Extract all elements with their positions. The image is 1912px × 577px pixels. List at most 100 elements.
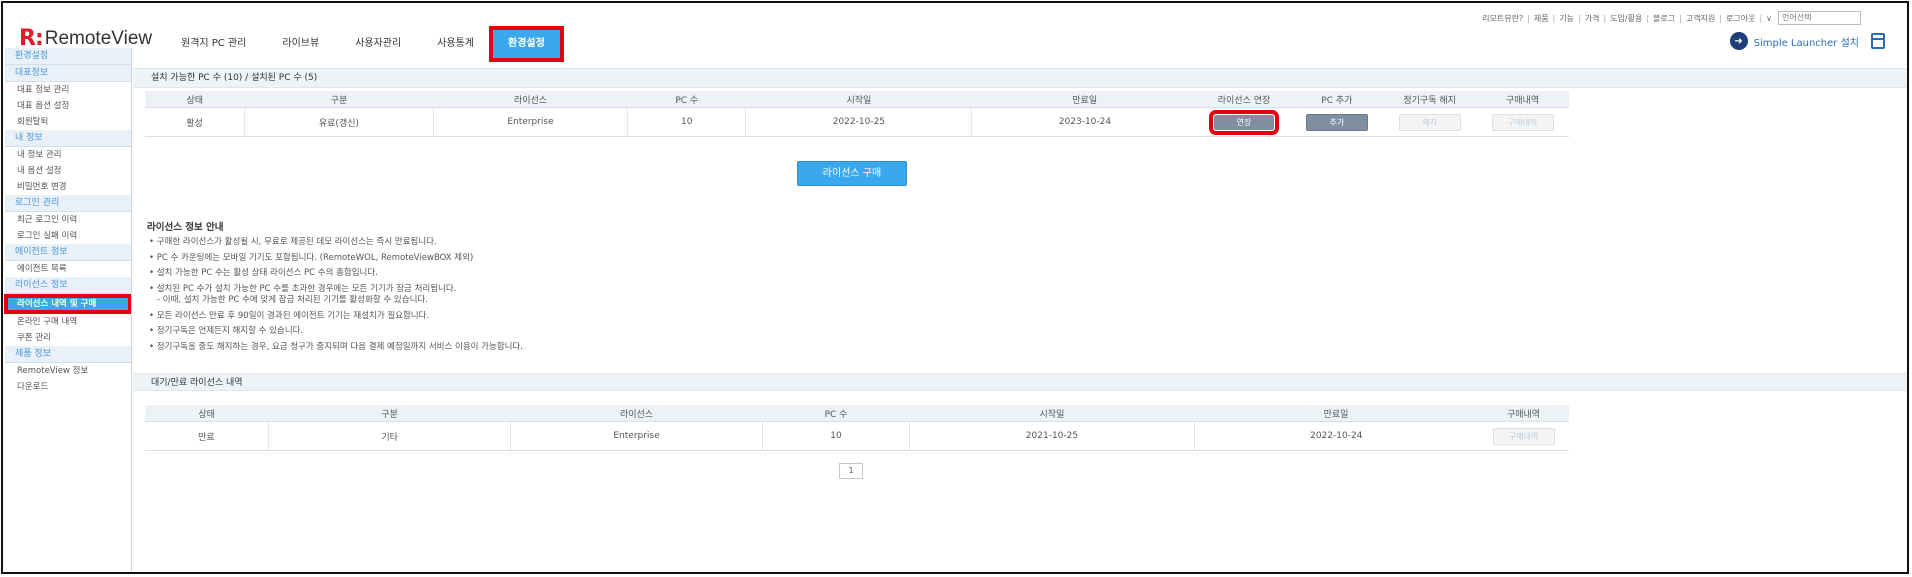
divider: | xyxy=(1759,13,1763,23)
sidebar-item-rep-options[interactable]: 대표 옵션 설정 xyxy=(5,98,131,114)
sidebar-head-login[interactable]: 로그인 관리 xyxy=(5,195,131,212)
main-content: 설치 가능한 PC 수 (10) / 설치된 PC 수 (5) xyxy=(133,68,1907,88)
license-info-title: 라이선스 정보 안내 xyxy=(147,222,224,233)
cell-status: 활성 xyxy=(145,107,245,137)
divider: | xyxy=(1527,13,1530,23)
cell-end: 2022-10-24 xyxy=(1193,421,1479,451)
pagination-page[interactable]: 1 xyxy=(839,463,863,479)
sidebar-item-download[interactable]: 다운로드 xyxy=(5,379,131,395)
col-start: 시작일 xyxy=(909,405,1194,422)
extend-button[interactable]: 연장 xyxy=(1209,109,1280,135)
sidebar-head-license[interactable]: 라이선스 정보 xyxy=(5,277,131,294)
sidebar-divider xyxy=(131,48,132,572)
sidebar-item-rep-info[interactable]: 대표 정보 관리 xyxy=(5,82,131,98)
language-select[interactable]: 언어선택 xyxy=(1778,11,1861,25)
cell-start: 2021-10-25 xyxy=(909,421,1194,451)
table-header: 상태 구분 라이선스 PC 수 시작일 만료일 라이선스 연장 PC 추가 정기… xyxy=(145,91,1569,108)
license-info-list: • 구매한 라이선스가 활성될 시, 무료로 제공된 데모 라이선스는 즉시 만… xyxy=(149,235,523,355)
info-line-sub: - 이때, 설치 가능한 PC 수에 맞게 잠금 처리된 기기를 활성화할 수 … xyxy=(157,294,428,305)
cancel-subscription-button[interactable]: 해지 xyxy=(1398,113,1461,131)
cell-type: 기타 xyxy=(267,421,511,451)
nav-settings[interactable]: 환경설정 xyxy=(489,26,564,62)
window-icon[interactable] xyxy=(1871,33,1885,49)
sidebar-head-my-info[interactable]: 내 정보 xyxy=(5,130,131,147)
cell-cancel: 해지 xyxy=(1383,107,1477,137)
nav-remote-pc[interactable]: 원격지 PC 관리 xyxy=(163,25,264,63)
sidebar-item-remoteview-info[interactable]: RemoteView 정보 xyxy=(5,363,131,379)
col-cancel: 정기구독 해지 xyxy=(1383,91,1477,108)
info-line: • 모든 라이선스 만료 후 90일이 경과된 에이전트 기기는 재설치가 필요… xyxy=(149,310,430,321)
nav-users[interactable]: 사용자관리 xyxy=(337,25,419,63)
top-links: 리모트뷰란? | 제품 | 기능 | 가격 | 도입/활용 | 블로그 | 고객지원 | 로그… xyxy=(1482,11,1861,25)
info-line: • 정기구독은 언제든지 해지할 수 있습니다. xyxy=(149,326,304,336)
col-extend: 라이선스 연장 xyxy=(1197,91,1291,108)
toplink-logout[interactable]: 로그아웃 xyxy=(1726,13,1755,24)
toplink-adoption[interactable]: 도입/활용 xyxy=(1610,13,1642,24)
buy-license-button[interactable]: 라이선스 구매 xyxy=(797,161,907,186)
sidebar-head-product[interactable]: 제품 정보 xyxy=(5,346,131,363)
sidebar-head-representative[interactable]: 대표정보 xyxy=(5,65,131,82)
sidebar-head-settings[interactable]: 환경설정 xyxy=(5,48,131,65)
toplink-product[interactable]: 제품 xyxy=(1534,13,1549,24)
info-line: • 설치 가능한 PC 수는 활성 상태 라이선스 PC 수의 총합입니다. xyxy=(149,268,378,278)
table-header: 상태 구분 라이선스 PC 수 시작일 만료일 구매내역 xyxy=(145,405,1569,422)
col-pc-count: PC 수 xyxy=(627,91,746,108)
cell-history: 구매내역 xyxy=(1476,107,1569,137)
divider: | xyxy=(1679,13,1682,23)
add-pc-button[interactable]: 추가 xyxy=(1305,113,1368,131)
chevron-down-icon[interactable]: ∨ xyxy=(1766,14,1772,23)
toplink-about[interactable]: 리모트뷰란? xyxy=(1482,13,1523,24)
table-row: 활성 유료(갱신) Enterprise 10 2022-10-25 2023-… xyxy=(145,107,1569,137)
sidebar-item-login-history[interactable]: 최근 로그인 이력 xyxy=(5,212,131,228)
app-window: R: RemoteView 원격지 PC 관리 라이브뷰 사용자관리 사용통계 … xyxy=(1,1,1909,574)
sidebar-item-my-info[interactable]: 내 정보 관리 xyxy=(5,147,131,163)
info-line: • 설치된 PC 수가 설치 가능한 PC 수를 초과한 경우에는 모든 기기가… xyxy=(149,283,457,294)
cell-pc-count: 10 xyxy=(627,107,746,137)
cell-extend: 연장 xyxy=(1197,107,1291,137)
logo-text: RemoteView xyxy=(44,27,153,49)
sidebar-item-coupons[interactable]: 쿠폰 관리 xyxy=(5,330,131,346)
nav-statistics[interactable]: 사용통계 xyxy=(419,25,492,63)
toplink-price[interactable]: 가격 xyxy=(1585,13,1600,24)
toplink-blog[interactable]: 블로그 xyxy=(1653,13,1675,24)
cell-pc-count: 10 xyxy=(761,421,910,451)
sidebar-head-agent[interactable]: 에이전트 정보 xyxy=(5,244,131,261)
cell-history: 구매내역 xyxy=(1478,421,1569,451)
cell-add: 추가 xyxy=(1290,107,1384,137)
sidebar-item-agent-list[interactable]: 에이전트 목록 xyxy=(5,261,131,277)
cell-type: 유료(갱신) xyxy=(243,107,434,137)
col-status: 상태 xyxy=(145,405,269,422)
col-add-pc: PC 추가 xyxy=(1290,91,1384,108)
col-history: 구매내역 xyxy=(1476,91,1569,108)
divider: | xyxy=(1552,13,1556,23)
divider: | xyxy=(1603,13,1607,23)
col-type: 구분 xyxy=(268,405,511,422)
sidebar-item-login-failures[interactable]: 로그인 실패 이력 xyxy=(5,228,131,244)
col-license: 라이선스 xyxy=(510,405,763,422)
divider: | xyxy=(1719,13,1722,23)
sidebar-item-online-purchases[interactable]: 온라인 구매 내역 xyxy=(5,314,131,330)
simple-launcher-link[interactable]: ➜ Simple Launcher 설치 xyxy=(1729,32,1885,50)
sidebar-item-withdraw[interactable]: 회원탈퇴 xyxy=(5,114,131,130)
expired-section-title: 대기/만료 라이선스 내역 xyxy=(133,373,1907,391)
col-license: 라이선스 xyxy=(433,91,628,108)
sidebar: 환경설정 대표정보 대표 정보 관리 대표 옵션 설정 회원탈퇴 내 정보 내 … xyxy=(4,48,132,395)
cell-status: 만료 xyxy=(145,421,269,451)
col-end: 만료일 xyxy=(971,91,1198,108)
purchase-history-button[interactable]: 구매내역 xyxy=(1491,113,1554,131)
toplink-support[interactable]: 고객지원 xyxy=(1686,13,1715,24)
sidebar-item-password[interactable]: 비밀번호 변경 xyxy=(5,179,131,195)
purchase-history-button[interactable]: 구매내역 xyxy=(1492,427,1555,445)
license-section-title: 설치 가능한 PC 수 (10) / 설치된 PC 수 (5) xyxy=(133,68,1907,88)
nav-liveview[interactable]: 라이브뷰 xyxy=(264,25,337,63)
cell-end: 2023-10-24 xyxy=(971,107,1198,137)
toplink-features[interactable]: 기능 xyxy=(1559,13,1574,24)
table-row: 만료 기타 Enterprise 10 2021-10-25 2022-10-2… xyxy=(145,421,1569,451)
col-type: 구분 xyxy=(244,91,434,108)
info-line: • 구매한 라이선스가 활성될 시, 무료로 제공된 데모 라이선스는 즉시 만… xyxy=(149,237,437,247)
sidebar-item-my-options[interactable]: 내 옵션 설정 xyxy=(5,163,131,179)
divider: | xyxy=(1646,13,1650,23)
divider: | xyxy=(1578,13,1581,23)
sidebar-item-license-history[interactable]: 라이선스 내역 및 구매 xyxy=(4,294,132,314)
col-end: 만료일 xyxy=(1194,405,1479,422)
